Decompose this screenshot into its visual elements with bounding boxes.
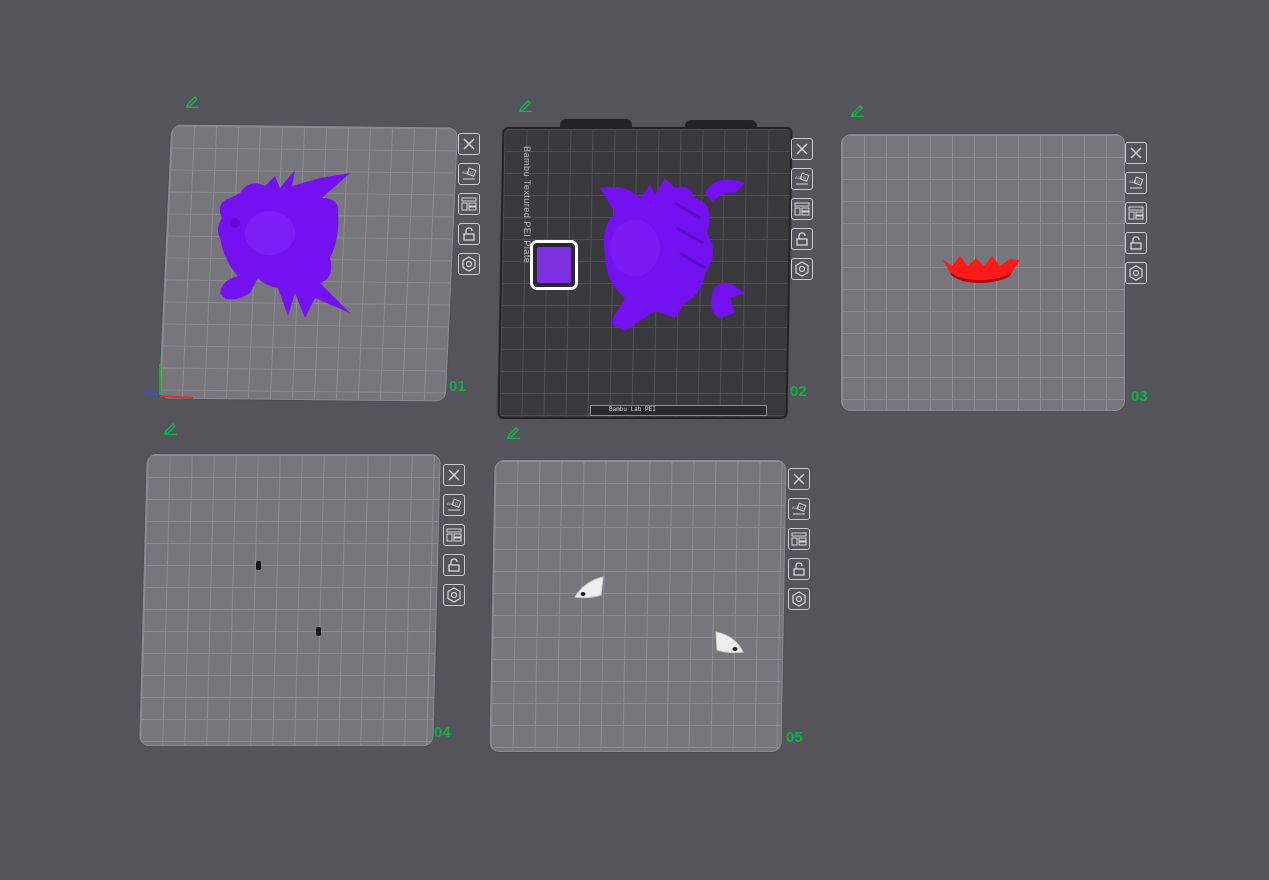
close-icon[interactable] bbox=[791, 138, 813, 160]
model-red-teeth[interactable] bbox=[940, 254, 1022, 284]
settings-icon[interactable] bbox=[443, 584, 465, 606]
lock-icon[interactable] bbox=[458, 223, 480, 245]
model-white-piece[interactable] bbox=[573, 575, 605, 601]
svg-text:AUTO: AUTO bbox=[1129, 179, 1140, 184]
plate-01-toolbar: AUTO bbox=[458, 133, 484, 283]
close-icon[interactable] bbox=[443, 464, 465, 486]
model-small-black[interactable] bbox=[316, 627, 321, 636]
edit-plate-name-icon[interactable] bbox=[163, 421, 179, 435]
plate-status-strip: Bambu Lab PEI bbox=[590, 405, 767, 416]
plate-number: 03 bbox=[1131, 388, 1148, 405]
arrange-icon[interactable] bbox=[443, 524, 465, 546]
axis-gizmo bbox=[144, 364, 194, 399]
close-icon[interactable] bbox=[788, 468, 810, 490]
plate-04-toolbar: AUTO bbox=[443, 464, 469, 614]
settings-icon[interactable] bbox=[791, 258, 813, 280]
plate-number: 05 bbox=[786, 729, 803, 746]
build-plate-05[interactable] bbox=[489, 460, 787, 752]
model-purple-body[interactable] bbox=[595, 173, 755, 333]
arrange-icon[interactable] bbox=[791, 198, 813, 220]
arrange-icon[interactable] bbox=[1125, 202, 1147, 224]
edit-plate-name-icon[interactable] bbox=[518, 98, 534, 112]
model-white-piece[interactable] bbox=[713, 630, 745, 656]
auto-orient-icon[interactable]: AUTO bbox=[788, 498, 810, 520]
plate-number: 01 bbox=[449, 378, 466, 395]
lock-icon[interactable] bbox=[791, 228, 813, 250]
close-icon[interactable] bbox=[458, 133, 480, 155]
close-icon[interactable] bbox=[1125, 142, 1147, 164]
edit-plate-name-icon[interactable] bbox=[850, 103, 866, 117]
settings-icon[interactable] bbox=[1125, 262, 1147, 284]
model-purple-cube[interactable] bbox=[530, 240, 578, 290]
edit-plate-name-icon[interactable] bbox=[506, 425, 522, 439]
plate-02-toolbar: AUTO bbox=[791, 138, 817, 288]
lock-icon[interactable] bbox=[443, 554, 465, 576]
build-plate-04[interactable] bbox=[139, 454, 441, 746]
lock-icon[interactable] bbox=[1125, 232, 1147, 254]
lock-icon[interactable] bbox=[788, 558, 810, 580]
plate-05-toolbar: AUTO bbox=[788, 468, 814, 618]
edit-plate-name-icon[interactable] bbox=[185, 94, 201, 108]
arrange-icon[interactable] bbox=[458, 193, 480, 215]
svg-text:AUTO: AUTO bbox=[462, 170, 473, 175]
auto-orient-icon[interactable]: AUTO bbox=[1125, 172, 1147, 194]
auto-orient-icon[interactable]: AUTO bbox=[791, 168, 813, 190]
auto-orient-icon[interactable]: AUTO bbox=[443, 494, 465, 516]
plate-03-toolbar: AUTO bbox=[1125, 142, 1151, 292]
svg-text:AUTO: AUTO bbox=[795, 175, 806, 180]
svg-text:AUTO: AUTO bbox=[792, 505, 803, 510]
plate-number: 02 bbox=[790, 383, 807, 400]
plate-strip-label: Bambu Lab PEI bbox=[609, 406, 656, 413]
plate-number: 04 bbox=[434, 724, 451, 741]
svg-text:AUTO: AUTO bbox=[447, 501, 458, 506]
auto-orient-icon[interactable]: AUTO bbox=[458, 163, 480, 185]
model-small-black[interactable] bbox=[256, 561, 261, 570]
model-purple-body[interactable] bbox=[210, 168, 360, 323]
settings-icon[interactable] bbox=[458, 253, 480, 275]
arrange-icon[interactable] bbox=[788, 528, 810, 550]
settings-icon[interactable] bbox=[788, 588, 810, 610]
